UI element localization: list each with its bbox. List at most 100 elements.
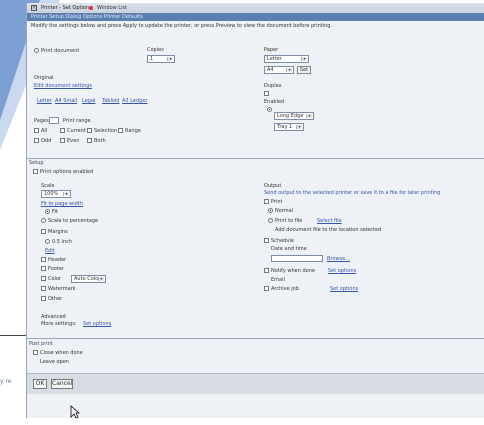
page-check-even[interactable] xyxy=(60,138,65,143)
ok-button[interactable]: OK xyxy=(33,379,47,389)
print-to-file-radio[interactable] xyxy=(268,218,273,223)
margins-label: Margins xyxy=(48,229,68,235)
paper-select[interactable]: Letter ▾ xyxy=(264,55,309,63)
window-tab[interactable]: Window List xyxy=(97,5,127,11)
sides-select[interactable]: Long Edge ▾ xyxy=(274,112,314,120)
advanced-options-link[interactable]: Set options xyxy=(83,321,111,327)
setup-enabled-label: Print options enabled xyxy=(40,169,94,175)
header-check-label: Header xyxy=(48,257,67,263)
mouse-cursor-icon xyxy=(70,405,80,419)
close-when-done-label: Close when done xyxy=(40,350,83,356)
margins-check[interactable] xyxy=(41,229,46,234)
watermark-check[interactable] xyxy=(41,286,46,291)
pages-input[interactable] xyxy=(49,117,59,124)
chevron-down-icon: ▾ xyxy=(63,192,69,196)
footer-check-label: Footer xyxy=(48,266,64,272)
size-link-a4[interactable]: A4 Small xyxy=(55,98,77,104)
color-select[interactable]: Auto Color ▾ xyxy=(71,275,106,283)
page-check-selection[interactable] xyxy=(87,128,92,133)
setup-section-label: Setup xyxy=(29,160,44,166)
page-check-both[interactable] xyxy=(87,138,92,143)
paper-value: Letter xyxy=(267,56,282,62)
duplex-radio[interactable] xyxy=(267,107,272,112)
size-link-legal[interactable]: Legal xyxy=(82,98,95,104)
size-link-a3[interactable]: A3 Ledger xyxy=(122,98,147,104)
post-divider xyxy=(27,338,484,339)
normal-radio-label: Normal xyxy=(275,208,294,214)
close-icon[interactable]: × xyxy=(31,5,37,11)
notify-text: Email xyxy=(271,277,285,283)
advanced-label: Advanced xyxy=(41,314,66,320)
chevron-down-icon: ▾ xyxy=(296,125,302,129)
page-check-both-label: Both xyxy=(94,138,106,144)
print-dialog-window: × Printer - Set Options Window List Prin… xyxy=(26,3,484,418)
color-check[interactable] xyxy=(41,276,46,281)
pages-label: Pages xyxy=(34,118,49,124)
close-when-done-check[interactable] xyxy=(33,350,38,355)
notify-options-link[interactable]: Set options xyxy=(328,268,356,274)
orientation-set-button[interactable]: Set xyxy=(297,66,311,74)
print-check[interactable] xyxy=(264,199,269,204)
chevron-down-icon: ▾ xyxy=(306,114,312,118)
schedule-check[interactable] xyxy=(264,238,269,243)
normal-radio[interactable] xyxy=(268,208,273,213)
page-check-odd-label: Odd xyxy=(41,138,52,144)
margin-edit-link[interactable]: Edit xyxy=(45,248,55,254)
output-description: Send output to the selected printer or s… xyxy=(264,190,441,196)
original-settings-link[interactable]: Edit document settings xyxy=(34,83,92,89)
fit-radio-label: Fit xyxy=(52,209,58,215)
print-to-file-label: Print to file xyxy=(275,218,303,224)
print-document-label: Print document xyxy=(41,48,80,54)
browse-link[interactable]: Browse... xyxy=(327,256,350,262)
print-document-radio[interactable] xyxy=(34,48,39,53)
scale-select[interactable]: 100% ▾ xyxy=(41,190,71,198)
page-check-all-label: All xyxy=(41,128,48,134)
page-check-current[interactable] xyxy=(60,128,65,133)
chevron-down-icon: ▾ xyxy=(167,57,173,61)
copies-select[interactable]: 1 ▾ xyxy=(147,55,175,63)
fit-radio[interactable] xyxy=(45,209,50,214)
page-check-all[interactable] xyxy=(34,128,39,133)
margin-radio[interactable] xyxy=(45,239,50,244)
cancel-button[interactable]: Cancel xyxy=(51,379,73,389)
color-value: Auto Color xyxy=(74,276,101,282)
select-file-link[interactable]: Select file xyxy=(317,218,342,224)
file-note: Add document file to the location select… xyxy=(275,227,382,233)
other-check-label: Other xyxy=(48,296,63,302)
fit-to-page-link[interactable]: Fit to page width xyxy=(41,201,83,207)
notify-check[interactable] xyxy=(264,268,269,273)
pages-range-label: Print range xyxy=(63,118,91,124)
archive-check[interactable] xyxy=(264,286,269,291)
schedule-path-input[interactable] xyxy=(271,255,323,262)
advanced-text: More settings: xyxy=(41,321,77,327)
sides-value: Long Edge xyxy=(277,113,304,119)
setup-enabled-check[interactable] xyxy=(33,169,38,174)
menu-bar-text: Printer Setup Dialog Options Printer Def… xyxy=(31,14,143,20)
scale-value: 100% xyxy=(44,191,59,197)
orientation-select[interactable]: A4 ▾ xyxy=(264,66,294,74)
output-label: Output xyxy=(264,183,282,189)
duplex-radio-label: Enabled xyxy=(264,99,285,105)
header-check[interactable] xyxy=(41,257,46,262)
print-check-label: Print xyxy=(271,199,283,205)
footer-check[interactable] xyxy=(41,266,46,271)
page-check-current-label: Current xyxy=(67,128,86,134)
instructions-text: Modify the settings below and press Appl… xyxy=(31,23,333,29)
size-link-letter[interactable]: Letter xyxy=(37,98,52,104)
tray-select[interactable]: Tray 1 ▾ xyxy=(274,123,304,131)
archive-options-link[interactable]: Set options xyxy=(330,286,358,292)
size-link-tabloid[interactable]: Tabloid xyxy=(102,98,119,104)
scale-percent-radio[interactable] xyxy=(41,218,46,223)
duplex-check[interactable] xyxy=(264,91,269,96)
page-check-odd[interactable] xyxy=(34,138,39,143)
setup-divider xyxy=(27,158,484,159)
notify-label: Notify when done xyxy=(271,268,315,274)
duplex-label: Duplex xyxy=(264,83,282,89)
scale-label: Scale xyxy=(41,183,55,189)
chevron-down-icon: ▾ xyxy=(98,277,104,281)
page-check-range[interactable] xyxy=(118,128,123,133)
window-title: Printer - Set Options xyxy=(41,5,92,11)
color-check-label: Color xyxy=(48,276,62,282)
menu-bar: Printer Setup Dialog Options Printer Def… xyxy=(27,13,484,21)
other-check[interactable] xyxy=(41,296,46,301)
